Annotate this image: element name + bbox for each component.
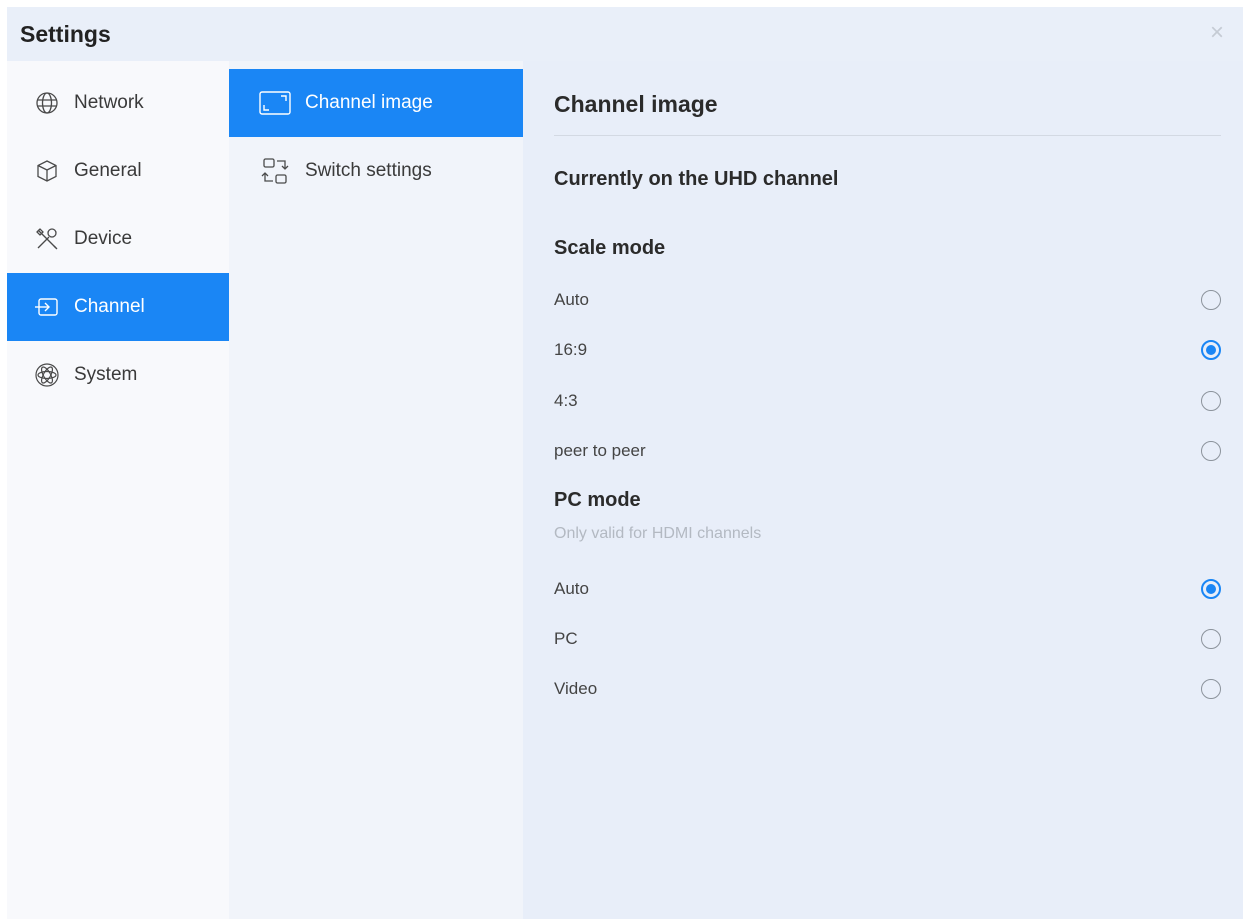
divider — [554, 135, 1221, 136]
radio-button[interactable] — [1201, 340, 1221, 360]
option-label: 16:9 — [554, 340, 588, 359]
sidebar-item-device[interactable]: Device — [7, 205, 229, 273]
sidebar-item-network[interactable]: Network — [7, 69, 229, 137]
content-panel: Channel image Currently on the UHD chann… — [523, 61, 1243, 919]
scale-mode-heading: Scale mode — [554, 237, 666, 259]
scale-mode-option-4-3[interactable]: 4:3 — [554, 384, 1221, 418]
scale-mode-option-peer-to-peer[interactable]: peer to peer — [554, 434, 1221, 468]
pc-mode-heading: PC mode — [554, 489, 641, 511]
pc-mode-hint: Only valid for HDMI channels — [554, 525, 762, 542]
title-bar: Settings × — [7, 7, 1243, 61]
option-label: 4:3 — [554, 391, 578, 410]
option-label: PC — [554, 629, 578, 648]
scale-mode-option-16-9[interactable]: 16:9 — [554, 333, 1221, 367]
atom-icon — [34, 362, 60, 388]
cube-icon — [34, 158, 60, 184]
option-label: peer to peer — [554, 441, 646, 460]
switch-icon — [259, 157, 291, 185]
subnav-item-label: Channel image — [305, 92, 433, 113]
input-icon — [34, 294, 60, 320]
pc-mode-option-pc[interactable]: PC — [554, 622, 1221, 656]
sidebar-item-label: Channel — [74, 296, 145, 317]
subnav: Channel image Switch settings — [229, 61, 523, 919]
radio-button[interactable] — [1201, 679, 1221, 699]
option-label: Auto — [554, 579, 589, 598]
sidebar-item-general[interactable]: General — [7, 137, 229, 205]
pc-mode-option-auto[interactable]: Auto — [554, 572, 1221, 606]
pc-mode-option-video[interactable]: Video — [554, 672, 1221, 706]
settings-window: Settings × Network General Device Channe… — [7, 7, 1243, 919]
subnav-item-label: Switch settings — [305, 160, 432, 181]
radio-button[interactable] — [1201, 391, 1221, 411]
sidebar-item-label: General — [74, 160, 142, 181]
frame-icon — [259, 89, 291, 117]
sidebar-item-label: System — [74, 364, 138, 385]
radio-button[interactable] — [1201, 629, 1221, 649]
option-label: Auto — [554, 290, 589, 309]
sidebar-item-label: Network — [74, 92, 144, 113]
radio-button[interactable] — [1201, 579, 1221, 599]
window-title: Settings — [20, 21, 111, 47]
globe-icon — [34, 90, 60, 116]
close-icon[interactable]: × — [1205, 21, 1229, 45]
sidebar-item-channel[interactable]: Channel — [7, 273, 229, 341]
sidebar-item-system[interactable]: System — [7, 341, 229, 409]
current-channel-label: Currently on the UHD channel — [554, 168, 839, 190]
radio-button[interactable] — [1201, 441, 1221, 461]
subnav-item-switch-settings[interactable]: Switch settings — [229, 137, 523, 205]
option-label: Video — [554, 679, 598, 698]
sidebar-nav: Network General Device Channel System — [7, 61, 229, 919]
page-title: Channel image — [554, 91, 718, 117]
scale-mode-option-auto[interactable]: Auto — [554, 283, 1221, 317]
subnav-item-channel-image[interactable]: Channel image — [229, 69, 523, 137]
tools-icon — [34, 226, 60, 252]
radio-button[interactable] — [1201, 290, 1221, 310]
sidebar-item-label: Device — [74, 228, 133, 249]
